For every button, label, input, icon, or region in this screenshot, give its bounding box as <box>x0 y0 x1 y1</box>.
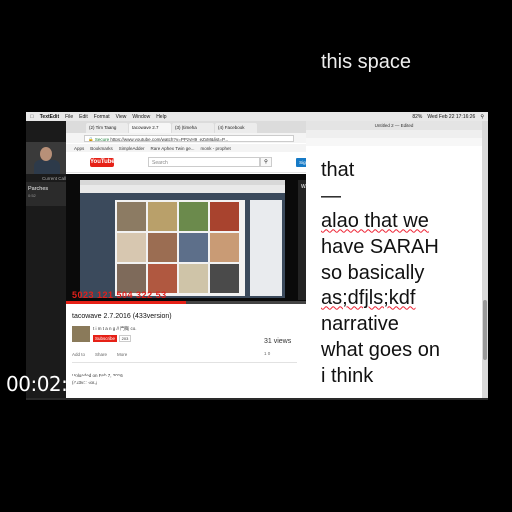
textedit-overflow-text: this space <box>321 40 486 115</box>
menu-view[interactable]: View <box>116 114 127 120</box>
youtube-search-input[interactable]: Search <box>148 157 260 167</box>
divider <box>72 362 297 363</box>
video-actions: Add to Share More <box>72 352 127 357</box>
menu-edit[interactable]: Edit <box>79 114 88 120</box>
caller-name: Parches <box>28 186 49 192</box>
lock-icon: 🔒 <box>88 137 94 142</box>
text-line: so basically <box>321 261 425 284</box>
browser-tab-bar: (2) Tim Taang tacowave 2.7 (3) (timeha (… <box>66 121 306 133</box>
textedit-titlebar[interactable]: Untitled 2 — Edited <box>306 121 482 130</box>
browser-tab[interactable]: (3) (timeha <box>172 123 214 133</box>
video-progress-fill <box>66 301 186 304</box>
text-line: i think <box>321 364 374 387</box>
text-line: alao that we <box>321 210 429 233</box>
browser-tab-active[interactable]: tacowave 2.7 <box>129 123 171 133</box>
textedit-format-toolbar[interactable] <box>306 130 482 138</box>
bookmark-apps[interactable]: Apps <box>74 146 84 151</box>
share-button[interactable]: Share <box>95 352 107 357</box>
video-inner-sidebar <box>250 200 282 296</box>
subscriber-count: 203 <box>119 335 131 342</box>
textedit-text[interactable]: that — alao that we have SARAH so basica… <box>321 158 486 389</box>
menu-window[interactable]: Window <box>132 114 150 120</box>
call-duration: 0:52 <box>28 193 36 198</box>
text-line: this space <box>321 51 412 73</box>
view-count: 31 views <box>264 338 292 345</box>
address-bar[interactable]: 🔒 Secure https://www.youtube.com/watch?v… <box>84 135 294 142</box>
channel-avatar[interactable] <box>72 326 90 342</box>
video-inner-photo-grid <box>115 200 245 296</box>
channel-name[interactable]: t i m t a n g // 門衛 co. <box>93 326 137 332</box>
browser-tab[interactable]: (2) Tim Taang <box>86 123 128 133</box>
text-line: narrative <box>321 313 399 336</box>
screen-bottom-edge <box>26 398 488 400</box>
bookmark-monk[interactable]: monk - prophet <box>201 146 231 151</box>
video-inner-browser-bar <box>80 185 285 193</box>
like-counts[interactable]: 1 0 <box>264 351 270 356</box>
search-icon[interactable]: ⚲ <box>260 157 272 167</box>
menu-file[interactable]: File <box>65 114 73 120</box>
timecode-overlay: 00:02:23;05 <box>6 372 123 396</box>
scrollbar-thumb[interactable] <box>483 300 487 360</box>
secure-label: Secure <box>94 137 110 142</box>
url-text: https://www.youtube.com/watch?v=PPzyH9_e… <box>110 137 229 142</box>
video-title: tacowave 2.7.2016 (433version) <box>72 313 172 320</box>
bookmark-aphex[interactable]: Rare Aphex Twin ge... <box>151 146 195 151</box>
subscribe-button[interactable]: Subscribe <box>93 335 117 342</box>
menu-format[interactable]: Format <box>94 114 110 120</box>
camera-feed <box>26 142 66 174</box>
apple-icon[interactable]:  <box>30 114 34 120</box>
youtube-logo[interactable]: YouTube <box>90 158 115 167</box>
menu-app-name[interactable]: TextEdit <box>40 114 59 120</box>
more-button[interactable]: More <box>117 352 127 357</box>
bookmark-folder[interactable]: Bookmarks <box>90 146 113 151</box>
text-line: that <box>321 159 355 181</box>
menu-help[interactable]: Help <box>156 114 166 120</box>
bookmark-simpleadder[interactable]: SimpleAdder <box>119 146 145 151</box>
text-line: what goes on <box>321 338 440 361</box>
browser-tab[interactable]: (4) Facebook <box>215 123 257 133</box>
text-line: have SARAH <box>321 236 439 259</box>
text-line: as;dfjls;kdf <box>321 287 416 310</box>
bookmarks-bar: Apps Bookmarks SimpleAdder Rare Aphex Tw… <box>66 144 306 152</box>
add-to-button[interactable]: Add to <box>72 352 85 357</box>
text-line: — <box>321 184 341 207</box>
phone-number-overlay: 5023 121 504 322 53 <box>72 290 167 300</box>
